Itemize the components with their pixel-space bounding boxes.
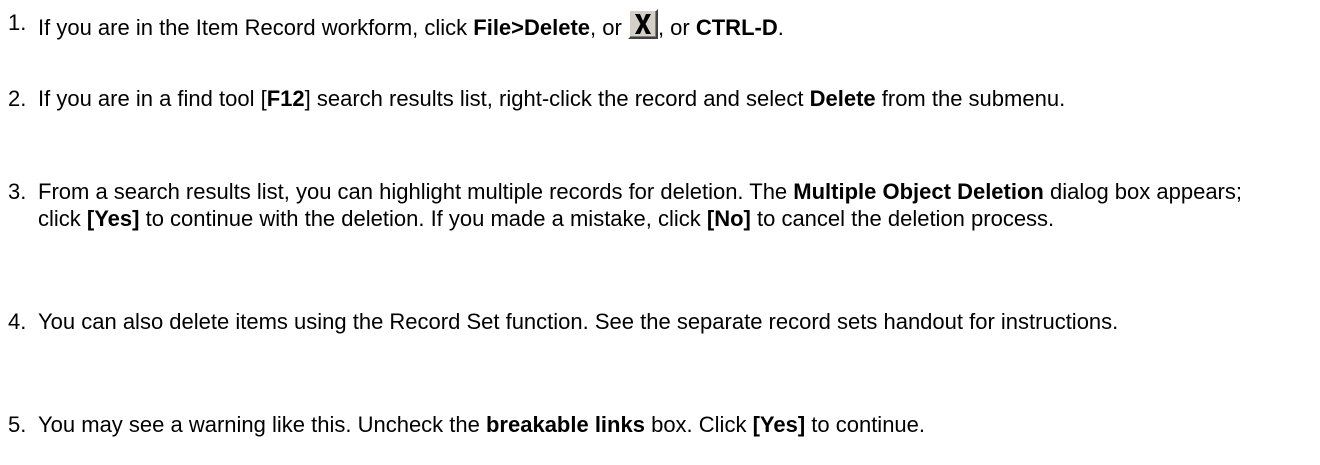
step-number: 4.	[8, 309, 27, 334]
step-text: From a search results list, you can high…	[38, 179, 1242, 231]
menu-path-file-delete: File>Delete	[473, 15, 591, 40]
yes-button-ref: [Yes]	[752, 412, 806, 437]
yes-button-ref: [Yes]	[86, 206, 140, 231]
step-number: 1.	[8, 10, 27, 35]
instructions-document: 1. If you are in the Item Record workfor…	[0, 0, 1320, 465]
key-f12: F12	[266, 86, 305, 111]
step-number: 5.	[8, 412, 27, 437]
menu-delete: Delete	[809, 86, 876, 111]
step-text: You can also delete items using the Reco…	[38, 309, 1119, 334]
step-text: If you are in a find tool [F12] search r…	[38, 86, 1066, 111]
delete-x-icon	[627, 9, 658, 39]
shortcut-ctrl-d: CTRL-D	[695, 15, 778, 40]
list-item-step-1: 1. If you are in the Item Record workfor…	[0, 9, 1320, 41]
list-item-step-5: 5. You may see a warning like this. Unch…	[0, 411, 1320, 438]
list-item-step-2: 2. If you are in a find tool [F12] searc…	[0, 85, 1320, 112]
no-button-ref: [No]	[706, 206, 751, 231]
step-text: If you are in the Item Record workform, …	[38, 9, 1288, 41]
step-number: 3.	[8, 179, 27, 204]
step-text: You may see a warning like this. Uncheck…	[38, 412, 926, 437]
list-item-step-3: 3. From a search results list, you can h…	[0, 178, 1320, 232]
dialog-name: Multiple Object Deletion	[793, 179, 1044, 204]
breakable-links-label: breakable links	[485, 412, 645, 437]
step-number: 2.	[8, 86, 27, 111]
list-item-step-4: 4. You can also delete items using the R…	[0, 308, 1320, 335]
